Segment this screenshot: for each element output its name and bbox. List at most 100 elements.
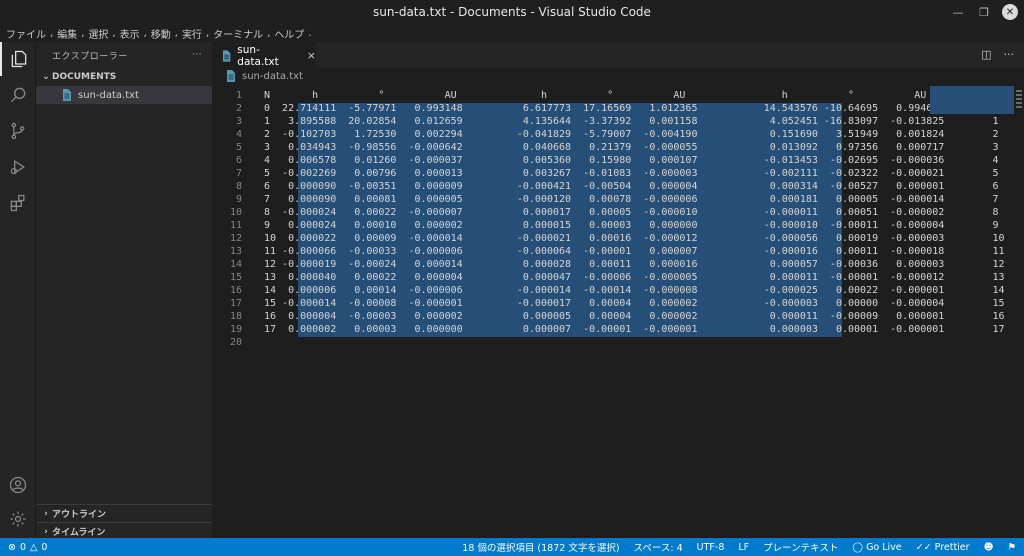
- code-line[interactable]: 9 7 0.000090 0.00081 0.000005 -0.000120 0…: [212, 194, 999, 207]
- code-line[interactable]: 2 0 22.714111 -5.77971 0.993148 6.617773 …: [212, 103, 999, 116]
- line-number: 20: [229, 337, 242, 348]
- menu-bar: ファイル, 編集, 選択, 表示, 移動, 実行, ターミナル, ヘルプ.: [0, 24, 1024, 42]
- explorer-header: エクスプローラー ···: [36, 42, 212, 68]
- close-window-icon[interactable]: ✕: [1002, 4, 1018, 20]
- line-number: 17: [229, 298, 242, 309]
- line-number: 7: [235, 168, 242, 179]
- problems-indicator[interactable]: ⊗ 0 △ 0: [0, 542, 47, 553]
- menu-edit[interactable]: 編集: [55, 26, 79, 41]
- line-text: 14 0.000006 0.00014 -0.000006 -0.000014 …: [264, 285, 1005, 296]
- code-line[interactable]: 8 6 0.000090 -0.00351 0.000009 -0.000421 …: [212, 181, 999, 194]
- breadcrumb-file[interactable]: sun-data.txt: [242, 71, 303, 82]
- line-number: 2: [235, 103, 242, 114]
- window-title: sun-data.txt - Documents - Visual Studio…: [373, 5, 651, 19]
- code-line[interactable]: 5 3 0.034943 -0.98556 -0.000642 0.040668 …: [212, 142, 999, 155]
- prettier-button[interactable]: ✓✓ Prettier: [916, 542, 970, 553]
- tab-close-icon[interactable]: ×: [307, 49, 316, 62]
- source-control-icon[interactable]: [0, 114, 36, 148]
- line-text: 4 0.006578 0.01260 -0.000037 0.005360 0.…: [264, 155, 999, 166]
- outline-section[interactable]: › アウトライン: [36, 504, 212, 522]
- line-text: 1 3.895588 20.02854 0.012659 4.135644 -3…: [264, 116, 999, 127]
- text-file-icon: [222, 49, 231, 62]
- go-live-button[interactable]: ◯ Go Live: [852, 542, 901, 553]
- code-line[interactable]: 1 N h ° AU h ° AU h ° AU N: [212, 90, 993, 103]
- menu-selection[interactable]: 選択: [86, 26, 110, 41]
- split-editor-icon[interactable]: ◫: [981, 48, 991, 61]
- code-line[interactable]: 10 8 -0.000024 0.00022 -0.000007 0.000017…: [212, 207, 999, 220]
- line-number: 14: [229, 259, 242, 270]
- code-line[interactable]: 20: [212, 337, 928, 350]
- status-bar: ⊗ 0 △ 0 18 個の選択項目 (1872 文字を選択) スペース: 4 U…: [0, 538, 1024, 556]
- code-line[interactable]: 12 10 0.000022 0.00009 -0.000014 -0.00002…: [212, 233, 1005, 246]
- chevron-down-icon: ⌄: [42, 72, 50, 82]
- code-line[interactable]: 3 1 3.895588 20.02854 0.012659 4.135644 -…: [212, 116, 999, 129]
- line-text: 7 0.000090 0.00081 0.000005 -0.000120 0.…: [264, 194, 999, 205]
- code-line[interactable]: 6 4 0.006578 0.01260 -0.000037 0.005360 0…: [212, 155, 999, 168]
- code-line[interactable]: 11 9 0.000024 0.00010 0.000002 0.000015 0…: [212, 220, 999, 233]
- code-line[interactable]: 19 17 0.000002 0.00003 0.000000 0.000007 …: [212, 324, 1005, 337]
- menu-terminal[interactable]: ターミナル: [211, 26, 265, 41]
- line-text: 3 0.034943 -0.98556 -0.000642 0.040668 0…: [264, 142, 999, 153]
- line-number: 1: [235, 90, 242, 101]
- error-count: 0: [19, 541, 27, 553]
- menu-file[interactable]: ファイル: [4, 26, 48, 41]
- code-line[interactable]: 13 11 -0.000066 -0.00033 -0.000006 -0.000…: [212, 246, 1005, 259]
- line-text: 8 -0.000024 0.00022 -0.000007 0.000017 0…: [264, 207, 999, 218]
- more-actions-icon[interactable]: ···: [1004, 48, 1015, 61]
- line-number: 13: [229, 246, 242, 257]
- line-number: 3: [235, 116, 242, 127]
- warning-count: 0: [41, 541, 48, 553]
- eol-status[interactable]: LF: [738, 542, 749, 553]
- encoding-status[interactable]: UTF-8: [697, 542, 725, 553]
- explorer-icon[interactable]: [0, 42, 36, 76]
- code-line[interactable]: 17 15 -0.000014 -0.00008 -0.000001 -0.000…: [212, 298, 1005, 311]
- restore-icon[interactable]: ❐: [976, 4, 992, 20]
- line-text: 16 0.000004 -0.00003 0.000002 0.000005 0…: [264, 311, 1005, 322]
- code-line[interactable]: 4 2 -0.102703 1.72530 0.002294 -0.041829 …: [212, 129, 999, 142]
- notifications-bell-icon[interactable]: ⚑: [1007, 542, 1016, 553]
- status-right: 18 個の選択項目 (1872 文字を選択) スペース: 4 UTF-8 LF …: [462, 538, 1016, 556]
- account-icon[interactable]: [0, 468, 36, 502]
- line-text: 11 -0.000066 -0.00033 -0.000006 -0.00006…: [264, 246, 1005, 257]
- indentation-status[interactable]: スペース: 4: [634, 540, 683, 554]
- line-text: 17 0.000002 0.00003 0.000000 0.000007 -0…: [264, 324, 1005, 335]
- code-editor[interactable]: 1 N h ° AU h ° AU h ° AU N 2 0 22.714111 -5…: [212, 84, 1005, 538]
- minimap[interactable]: [930, 84, 1014, 538]
- line-number: 19: [229, 324, 242, 335]
- feedback-icon[interactable]: ☻: [984, 542, 994, 553]
- error-icon: ⊗: [8, 541, 16, 553]
- settings-gear-icon[interactable]: [0, 502, 36, 536]
- line-number: 10: [229, 207, 242, 218]
- text-file-icon: [227, 70, 235, 82]
- line-text: 10 0.000022 0.00009 -0.000014 -0.000021 …: [264, 233, 1005, 244]
- tab-sun-data[interactable]: sun-data.txt ×: [212, 42, 316, 68]
- menu-view[interactable]: 表示: [118, 26, 142, 41]
- code-line[interactable]: 14 12 -0.000019 -0.00024 0.000014 0.00002…: [212, 259, 1005, 272]
- code-line[interactable]: 7 5 -0.002269 0.00796 0.000013 0.003267 -…: [212, 168, 999, 181]
- code-line[interactable]: 15 13 0.000040 0.00022 0.000004 0.000047 …: [212, 272, 1005, 285]
- line-number: 5: [235, 142, 242, 153]
- prettier-label: Prettier: [934, 541, 970, 553]
- broadcast-icon: ◯: [852, 541, 864, 553]
- outline-label: アウトライン: [52, 510, 107, 520]
- language-mode[interactable]: プレーンテキスト: [763, 540, 838, 554]
- menu-help[interactable]: ヘルプ: [272, 26, 306, 41]
- go-live-label: Go Live: [866, 541, 902, 553]
- minimize-icon[interactable]: —: [950, 4, 966, 20]
- folder-documents[interactable]: ⌄ DOCUMENTS: [36, 68, 212, 86]
- menu-run[interactable]: 実行: [180, 26, 204, 41]
- code-line[interactable]: 18 16 0.000004 -0.00003 0.000002 0.000005…: [212, 311, 1005, 324]
- menu-go[interactable]: 移動: [149, 26, 173, 41]
- extensions-icon[interactable]: [0, 186, 36, 220]
- more-actions-icon[interactable]: ···: [192, 50, 202, 60]
- vertical-scrollbar[interactable]: [1014, 84, 1024, 538]
- code-line[interactable]: 16 14 0.000006 0.00014 -0.000006 -0.00001…: [212, 285, 1005, 298]
- chevron-right-icon: ›: [44, 508, 48, 519]
- run-debug-icon[interactable]: [0, 150, 36, 184]
- chevron-right-icon: ›: [44, 526, 48, 537]
- search-icon[interactable]: [0, 78, 36, 112]
- text-file-icon: [63, 89, 71, 101]
- window-controls: — ❐ ✕: [950, 4, 1018, 20]
- selection-status[interactable]: 18 個の選択項目 (1872 文字を選択): [462, 540, 619, 554]
- file-item-sun-data[interactable]: sun-data.txt: [36, 86, 212, 104]
